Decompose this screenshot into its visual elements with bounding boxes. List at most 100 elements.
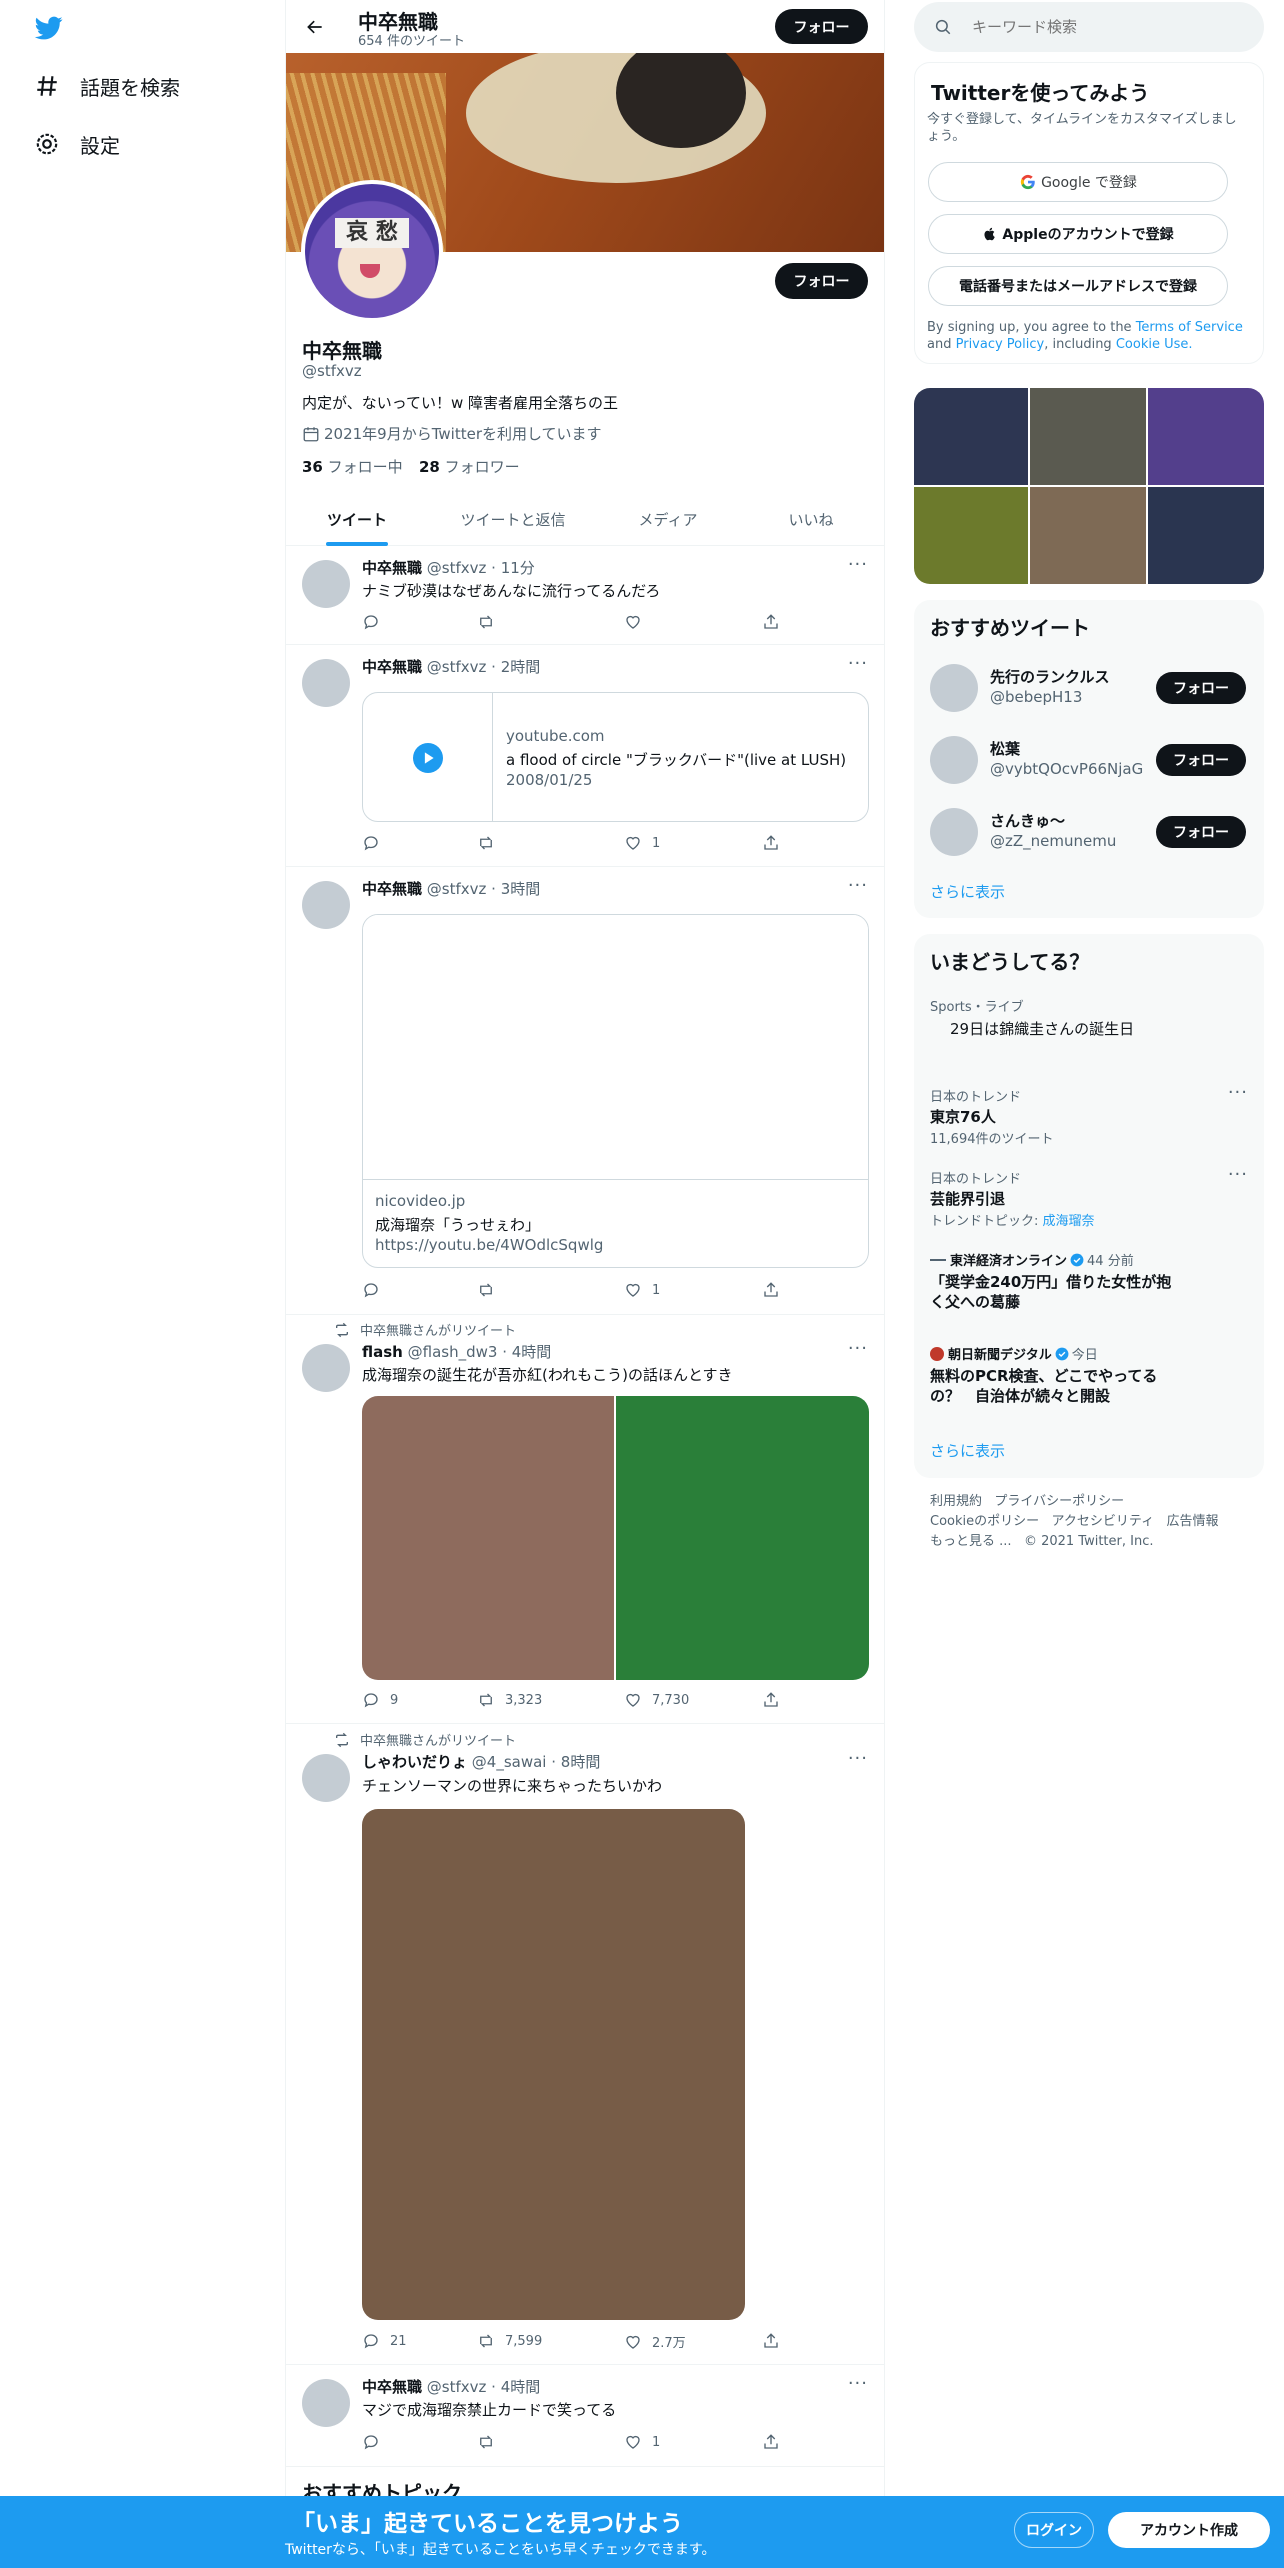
more-icon[interactable]: ··· (848, 1338, 868, 1359)
share-button[interactable] (762, 834, 790, 852)
more-icon[interactable]: ··· (848, 653, 868, 674)
news-headline[interactable]: 無料のPCR検査、どこでやってるの？ 自治体が続々と開設 (930, 1366, 1180, 1406)
share-button[interactable] (762, 613, 790, 631)
retweet-note-text[interactable]: 中卒無職さんがリツイート (360, 1320, 516, 1339)
tweet-author-name[interactable]: しゃわいだりょ (362, 1753, 467, 1771)
following-link[interactable]: 36 フォロー中 (302, 456, 403, 477)
media-thumbnail[interactable] (1030, 388, 1146, 485)
like-button[interactable] (624, 613, 652, 631)
header-follow-button[interactable]: フォロー (775, 9, 868, 44)
retweet-button[interactable] (477, 2433, 505, 2451)
tweet[interactable]: 中卒無職さんがリツイート しゃわいだりょ @4_sawai · 8時間 ··· … (286, 1724, 884, 2365)
search-box[interactable] (914, 2, 1264, 52)
media-thumbnail[interactable] (1148, 388, 1264, 485)
footer-link[interactable]: アクセシビリティ (1052, 1514, 1155, 1529)
more-icon[interactable]: ··· (848, 1748, 868, 1769)
users-show-more[interactable]: さらに表示 (930, 881, 1005, 902)
tweet[interactable]: 中卒無職 @stfxvz · 2時間 ··· youtube.com a flo… (286, 645, 884, 867)
reply-button[interactable]: 9 (362, 1691, 398, 1709)
profile-follow-button[interactable]: フォロー (775, 263, 868, 299)
reply-button[interactable] (362, 2433, 390, 2451)
trend-name[interactable]: 芸能界引退 (930, 1188, 1005, 1209)
like-button[interactable]: 2.7万 (624, 2332, 686, 2351)
nav-explore[interactable]: 話題を検索 (34, 66, 180, 106)
more-icon[interactable]: ··· (1228, 1082, 1248, 1103)
like-button[interactable]: 1 (624, 2433, 660, 2451)
tweet-author-name[interactable]: 中卒無職 (362, 658, 422, 676)
user-follow-button[interactable]: フォロー (1156, 816, 1246, 848)
retweet-button[interactable] (477, 1281, 505, 1299)
tweet-time[interactable]: 8時間 (561, 1753, 601, 1771)
tab-tweets-and-replies[interactable]: ツイートと返信 (428, 493, 598, 546)
more-icon[interactable]: ··· (848, 2373, 868, 2394)
user-avatar[interactable] (930, 808, 978, 856)
terms-link[interactable]: Terms of Service (1136, 320, 1243, 335)
tweet-avatar[interactable] (302, 1344, 350, 1392)
media-image[interactable] (616, 1396, 869, 1680)
profile-avatar[interactable]: 哀 愁 (301, 180, 443, 322)
like-button[interactable]: 1 (624, 1281, 660, 1299)
like-button[interactable]: 7,730 (624, 1691, 689, 1709)
signup-button[interactable]: アカウント作成 (1108, 2512, 1270, 2548)
search-input[interactable] (972, 18, 1232, 36)
tweet[interactable]: 中卒無職 @stfxvz · 3時間 ··· nicovideo.jp 成海瑠奈… (286, 867, 884, 1315)
trend-meta-link[interactable]: 成海瑠奈 (1043, 1214, 1095, 1229)
user-follow-button[interactable]: フォロー (1156, 744, 1246, 776)
tweet-media[interactable] (362, 1396, 869, 1680)
tweet-avatar[interactable] (302, 659, 350, 707)
apple-signup-button[interactable]: Appleのアカウントで登録 (928, 214, 1228, 254)
tweet[interactable]: 中卒無職 @stfxvz · 11分 ··· ナミブ砂漠はなぜあんなに流行ってる… (286, 546, 884, 645)
retweet-button[interactable] (477, 834, 505, 852)
media-thumbnail[interactable] (914, 487, 1028, 584)
reply-button[interactable]: 21 (362, 2332, 407, 2350)
user-avatar[interactable] (930, 664, 978, 712)
retweet-button[interactable] (477, 613, 505, 631)
tweet-avatar[interactable] (302, 1754, 350, 1802)
tab-media[interactable]: メディア (598, 493, 738, 546)
user-avatar[interactable] (930, 736, 978, 784)
more-icon[interactable]: ··· (1228, 1164, 1248, 1185)
tweet-time[interactable]: 2時間 (501, 658, 541, 676)
retweet-button[interactable]: 3,323 (477, 1691, 542, 1709)
login-button[interactable]: ログイン (1014, 2512, 1094, 2548)
google-signup-button[interactable]: Google で登録 (928, 162, 1228, 202)
tweet-time[interactable]: 3時間 (501, 880, 541, 898)
cookie-link[interactable]: Cookie Use. (1116, 337, 1193, 352)
nav-settings[interactable]: 設定 (34, 124, 120, 164)
trend-name[interactable]: 東京76人 (930, 1106, 996, 1127)
footer-link[interactable]: 広告情報 (1167, 1514, 1219, 1529)
reply-button[interactable] (362, 1281, 390, 1299)
share-button[interactable] (762, 1281, 790, 1299)
user-follow-button[interactable]: フォロー (1156, 672, 1246, 704)
media-thumbnail[interactable] (1148, 487, 1264, 584)
news-headline[interactable]: 「奨学金240万円」借りた女性が抱く父への葛藤 (930, 1272, 1180, 1312)
share-button[interactable] (762, 1691, 790, 1709)
user-name[interactable]: 先行のランクルス (990, 666, 1110, 687)
recommended-user[interactable]: さんきゅ〜 @zZ_nemunemu フォロー (914, 804, 1264, 864)
share-button[interactable] (762, 2332, 790, 2350)
reply-button[interactable] (362, 834, 390, 852)
back-arrow-icon[interactable] (300, 12, 330, 42)
twitter-logo-icon[interactable] (33, 14, 65, 42)
retweet-note-text[interactable]: 中卒無職さんがリツイート (360, 1730, 516, 1749)
retweet-button[interactable]: 7,599 (477, 2332, 542, 2350)
tweet-avatar[interactable] (302, 881, 350, 929)
play-icon[interactable] (363, 693, 493, 821)
media-thumbnail[interactable] (1030, 487, 1146, 584)
media-image[interactable] (362, 1809, 745, 2320)
trends-show-more[interactable]: さらに表示 (930, 1440, 1005, 1461)
media-image[interactable] (362, 1396, 614, 1680)
recommended-user[interactable]: 松葉 @vybtQOcvP66NjaG フォロー (914, 732, 1264, 792)
link-card[interactable]: nicovideo.jp 成海瑠奈「うっせぇわ」 https://youtu.b… (362, 914, 869, 1268)
tweet[interactable]: 中卒無職さんがリツイート flash @flash_dw3 · 4時間 ··· … (286, 1315, 884, 1724)
user-name[interactable]: 松葉 (990, 738, 1020, 759)
tweet-time[interactable]: 4時間 (501, 2378, 541, 2396)
more-icon[interactable]: ··· (848, 554, 868, 575)
more-icon[interactable]: ··· (848, 875, 868, 896)
share-button[interactable] (762, 2433, 790, 2451)
phone-email-signup-button[interactable]: 電話番号またはメールアドレスで登録 (928, 266, 1228, 306)
trend-name[interactable]: 29日は錦織圭さんの誕生日 (950, 1018, 1134, 1039)
tweet-author-name[interactable]: 中卒無職 (362, 880, 422, 898)
tweet-time[interactable]: 11分 (501, 559, 535, 577)
user-name[interactable]: さんきゅ〜 (990, 810, 1065, 831)
